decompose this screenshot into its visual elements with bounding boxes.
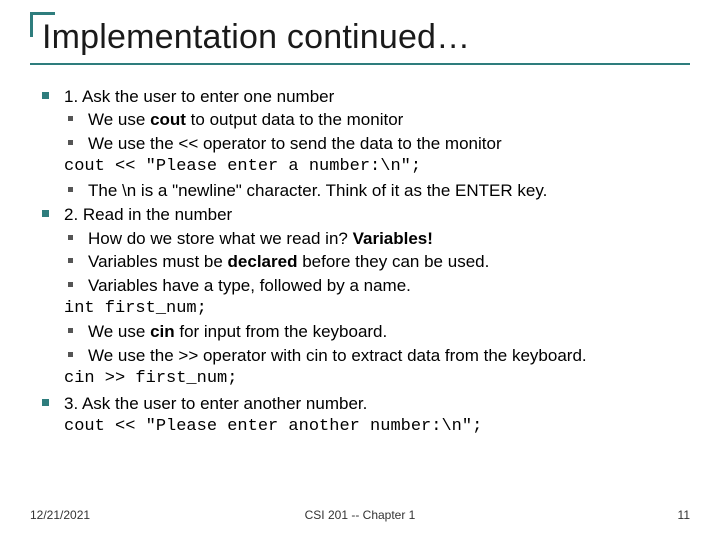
bullet-2d: We use cin for input from the keyboard.: [36, 321, 708, 343]
bullet-3-text: 3. Ask the user to enter another number.: [64, 394, 367, 413]
small-bullet-icon: [68, 328, 73, 333]
title-area: Implementation continued…: [30, 12, 690, 65]
bullet-2c-text: Variables have a type, followed by a nam…: [88, 276, 411, 295]
slide: Implementation continued… 1. Ask the use…: [0, 0, 720, 540]
bullet-1b: We use the << operator to send the data …: [36, 133, 708, 155]
bullet-3: 3. Ask the user to enter another number.: [36, 393, 708, 415]
small-bullet-icon: [68, 140, 73, 145]
slide-body: 1. Ask the user to enter one number We u…: [36, 84, 708, 439]
slide-title: Implementation continued…: [30, 12, 690, 65]
bullet-2b-bold: declared: [228, 252, 298, 271]
bullet-1b-text: We use the << operator to send the data …: [88, 134, 502, 153]
small-bullet-icon: [68, 235, 73, 240]
bullet-1: 1. Ask the user to enter one number: [36, 86, 708, 108]
bullet-1a-bold: cout: [150, 110, 186, 129]
bullet-1a-post: to output data to the monitor: [186, 110, 403, 129]
bullet-2a: How do we store what we read in? Variabl…: [36, 228, 708, 250]
bullet-2e-text: We use the >> operator with cin to extra…: [88, 346, 587, 365]
bullet-2d-bold: cin: [150, 322, 175, 341]
bullet-1a: We use cout to output data to the monito…: [36, 109, 708, 131]
bullet-1a-pre: We use: [88, 110, 150, 129]
bullet-1c: The \n is a "newline" character. Think o…: [36, 180, 708, 202]
small-bullet-icon: [68, 258, 73, 263]
bullet-2: 2. Read in the number: [36, 204, 708, 226]
bullet-2-text: 2. Read in the number: [64, 205, 232, 224]
small-bullet-icon: [68, 187, 73, 192]
footer: 12/21/2021 CSI 201 -- Chapter 1 11: [0, 508, 720, 526]
square-bullet-icon: [42, 210, 49, 217]
footer-page: 11: [678, 508, 690, 522]
bullet-2d-pre: We use: [88, 322, 150, 341]
bullet-1c-text: The \n is a "newline" character. Think o…: [88, 181, 547, 200]
bullet-1-text: 1. Ask the user to enter one number: [64, 87, 334, 106]
corner-decoration: [30, 12, 55, 37]
code-line-1: cout << "Please enter a number:\n";: [36, 156, 708, 178]
bullet-2a-bold: Variables!: [353, 229, 433, 248]
code-line-2: int first_num;: [36, 298, 708, 320]
footer-center: CSI 201 -- Chapter 1: [0, 508, 720, 522]
bullet-2d-post: for input from the keyboard.: [175, 322, 388, 341]
bullet-2b-pre: Variables must be: [88, 252, 228, 271]
bullet-2b-post: before they can be used.: [297, 252, 489, 271]
small-bullet-icon: [68, 282, 73, 287]
small-bullet-icon: [68, 352, 73, 357]
square-bullet-icon: [42, 92, 49, 99]
bullet-2e: We use the >> operator with cin to extra…: [36, 345, 708, 367]
code-line-3: cin >> first_num;: [36, 368, 708, 390]
code-line-4: cout << "Please enter another number:\n"…: [36, 416, 708, 438]
small-bullet-icon: [68, 116, 73, 121]
bullet-2c: Variables have a type, followed by a nam…: [36, 275, 708, 297]
bullet-2a-pre: How do we store what we read in?: [88, 229, 353, 248]
square-bullet-icon: [42, 399, 49, 406]
bullet-2b: Variables must be declared before they c…: [36, 251, 708, 273]
